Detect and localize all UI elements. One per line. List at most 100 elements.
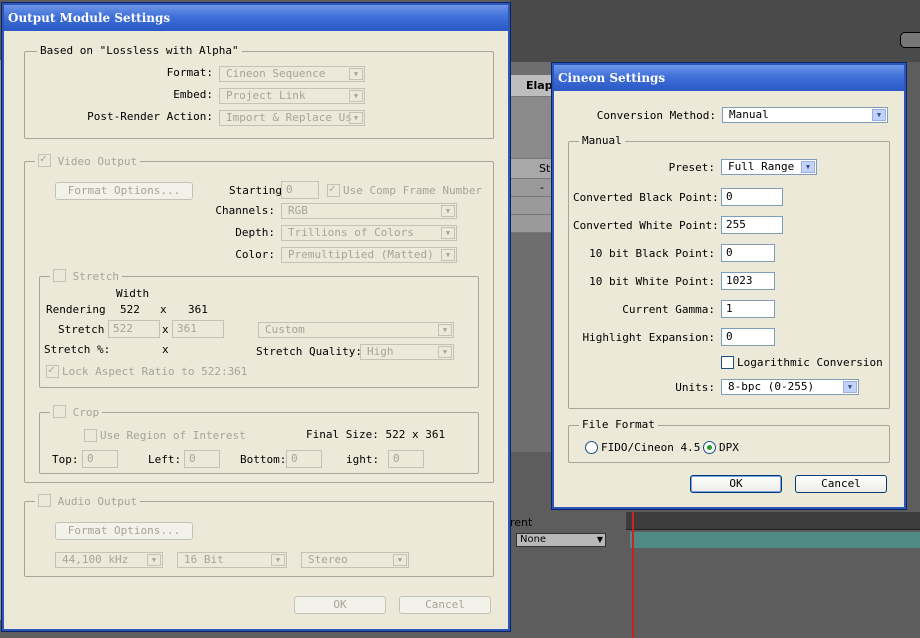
file-format-label: File Format xyxy=(579,418,658,432)
highlight-input[interactable]: 0 xyxy=(721,328,775,346)
bg-layer-bar[interactable] xyxy=(630,532,920,548)
log-conversion-checkbox[interactable] xyxy=(721,356,734,369)
times-sign-2: x xyxy=(162,323,169,336)
crop-right-input[interactable]: 0 xyxy=(388,450,424,468)
stretch-quality-select[interactable]: High ▼ xyxy=(360,344,454,360)
stretch-quality-value: High xyxy=(367,345,394,358)
bg-timeline-ruler[interactable] xyxy=(626,512,920,530)
channels-value: RGB xyxy=(288,204,308,217)
rendering-width: 522 xyxy=(120,303,140,316)
conversion-method-select[interactable]: Manual ▼ xyxy=(722,107,888,123)
audio-channels-select[interactable]: Stereo ▼ xyxy=(301,552,409,568)
bit10-black-input[interactable]: 0 xyxy=(721,244,775,262)
crop-group: Crop Use Region of Interest Final Size: … xyxy=(39,405,479,474)
dpx-radio[interactable] xyxy=(703,441,716,454)
check-icon: ✓ xyxy=(40,152,47,165)
bg-queue-row[interactable] xyxy=(510,179,555,197)
gamma-input[interactable]: 1 xyxy=(721,300,775,318)
file-format-group: File Format FIDO/Cineon 4.5 DPX xyxy=(568,418,890,463)
post-render-select[interactable]: Import & Replace Us ▼ xyxy=(219,110,365,126)
manual-group: Manual Preset: Full Range ▼ Converted Bl… xyxy=(568,134,890,409)
fido-radio[interactable] xyxy=(585,441,598,454)
video-output-checkbox[interactable]: ✓ xyxy=(38,152,51,167)
chevron-down-icon: ▼ xyxy=(393,554,407,566)
times-sign: x xyxy=(160,303,167,316)
crop-top-input[interactable]: 0 xyxy=(82,450,118,468)
chevron-down-icon: ▼ xyxy=(147,554,161,566)
color-select[interactable]: Premultiplied (Matted) ▼ xyxy=(281,247,457,263)
use-comp-frame-checkbox[interactable]: ✓ xyxy=(327,182,340,197)
channels-select[interactable]: RGB ▼ xyxy=(281,203,457,219)
color-value: Premultiplied (Matted) xyxy=(288,248,434,261)
units-value: 8-bpc (0-255) xyxy=(728,380,815,393)
embed-label: Embed: xyxy=(173,88,213,101)
format-label: Format: xyxy=(166,66,213,79)
bg-top-area xyxy=(510,0,920,62)
audio-output-checkbox[interactable] xyxy=(38,494,51,507)
output-module-cancel-button[interactable]: Cancel xyxy=(399,596,491,614)
preset-value: Full Range xyxy=(728,160,795,173)
audio-output-group: Audio Output Format Options... 44,100 kH… xyxy=(24,494,494,577)
stretch-checkbox[interactable] xyxy=(53,269,66,282)
stretch-percent-label: Stretch %: xyxy=(44,343,111,356)
video-format-options-button[interactable]: Format Options... xyxy=(55,182,193,200)
check-icon: ✓ xyxy=(48,363,55,376)
stretch-preset-select[interactable]: Custom ▼ xyxy=(258,322,454,338)
bit10-white-input[interactable]: 1023 xyxy=(721,272,775,290)
format-value: Cineon Sequence xyxy=(226,67,326,80)
rendering-label: Rendering xyxy=(46,303,106,316)
chevron-down-icon: ▼ xyxy=(441,205,455,217)
audio-format-options-button[interactable]: Format Options... xyxy=(55,522,193,540)
audio-channels-value: Stereo xyxy=(308,553,348,566)
stretch-height-input[interactable]: 361 xyxy=(172,320,224,338)
starting-label: Starting xyxy=(229,184,282,197)
crop-left-input[interactable]: 0 xyxy=(184,450,220,468)
crop-checkbox[interactable] xyxy=(53,405,66,418)
bg-dropdown-value: None xyxy=(520,534,547,545)
stretch-label: Stretch xyxy=(72,270,119,283)
bg-pill-button[interactable] xyxy=(900,32,920,48)
output-module-ok-button[interactable]: OK xyxy=(294,596,386,614)
cineon-ok-button[interactable]: OK xyxy=(690,475,782,493)
starting-input[interactable]: 0 xyxy=(281,181,319,199)
chevron-down-icon: ▼ xyxy=(441,249,455,261)
stretch-quality-label: Stretch Quality: xyxy=(256,345,362,358)
depth-select[interactable]: Trillions of Colors ▼ xyxy=(281,225,457,241)
embed-value: Project Link xyxy=(226,89,306,102)
use-roi-label: Use Region of Interest xyxy=(100,429,246,442)
bg-queue-row[interactable] xyxy=(510,215,555,233)
gamma-label: Current Gamma: xyxy=(622,303,715,316)
post-render-label: Post-Render Action: xyxy=(87,110,213,123)
crop-left-label: Left: xyxy=(148,453,182,466)
bg-current-time-indicator[interactable] xyxy=(632,512,634,638)
chevron-down-icon: ▼ xyxy=(441,227,455,239)
based-on-group: Based on "Lossless with Alpha" Format: C… xyxy=(24,44,494,139)
video-output-legend: ✓ Video Output xyxy=(35,152,141,169)
stretch-row-label: Stretch xyxy=(58,323,105,336)
rendering-height: 361 xyxy=(188,303,208,316)
highlight-label: Highlight Expansion: xyxy=(582,331,715,344)
bit-depth-select[interactable]: 16 Bit ▼ xyxy=(177,552,287,568)
sample-rate-select[interactable]: 44,100 kHz ▼ xyxy=(55,552,163,568)
log-conversion-label: Logarithmic Conversion xyxy=(737,356,883,369)
chevron-down-icon: ▼ xyxy=(438,346,452,358)
black-point-label: Converted Black Point: xyxy=(573,191,719,204)
cineon-cancel-button[interactable]: Cancel xyxy=(795,475,887,493)
crop-label: Crop xyxy=(72,406,100,419)
bg-queue-row[interactable] xyxy=(510,197,555,215)
preset-select[interactable]: Full Range ▼ xyxy=(721,159,817,175)
bg-parent-dropdown[interactable]: None ▼ xyxy=(516,533,606,547)
black-point-input[interactable]: 0 xyxy=(721,188,783,206)
crop-top-label: Top: xyxy=(52,453,79,466)
stretch-width-input[interactable]: 522 xyxy=(108,320,160,338)
embed-select[interactable]: Project Link ▼ xyxy=(219,88,365,104)
white-point-input[interactable]: 255 xyxy=(721,216,783,234)
manual-group-label: Manual xyxy=(579,134,625,148)
bg-spacer xyxy=(510,97,555,159)
format-select[interactable]: Cineon Sequence ▼ xyxy=(219,66,365,82)
crop-bottom-input[interactable]: 0 xyxy=(286,450,322,468)
use-roi-checkbox[interactable] xyxy=(84,429,97,442)
video-output-group: ✓ Video Output Format Options... Startin… xyxy=(24,152,494,483)
units-select[interactable]: 8-bpc (0-255) ▼ xyxy=(721,379,859,395)
lock-aspect-checkbox[interactable]: ✓ xyxy=(46,363,59,378)
